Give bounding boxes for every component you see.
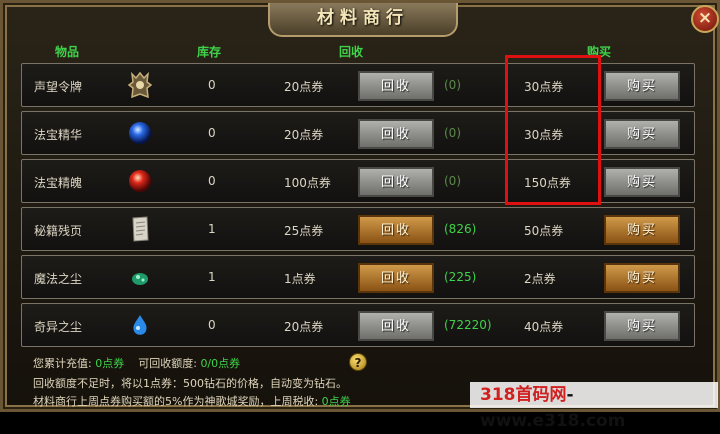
header-stock: 库存	[197, 45, 222, 59]
item-stock: 1	[208, 270, 216, 284]
recycle-button[interactable]: 回收	[358, 263, 434, 293]
shop-window: 材料商行 × 物品 库存 回收 购买 声望令牌 0 20点券 回收 (0) 30…	[0, 0, 720, 412]
watermark-red: 318首码网	[480, 385, 567, 405]
item-row-qiyi-zhichen: 奇异之尘 0 20点券 回收 (72220) 40点券 购买	[21, 303, 695, 347]
quota-value: 0/0点券	[200, 357, 241, 370]
item-name: 魔法之尘	[34, 272, 83, 286]
recycle-price: 100点券	[284, 176, 331, 190]
item-name: 奇异之尘	[34, 320, 83, 334]
recycle-price: 20点券	[284, 320, 324, 334]
recycle-button[interactable]: 回收	[358, 311, 434, 341]
item-name: 声望令牌	[34, 80, 83, 94]
item-row-mofa-zhichen: 魔法之尘 1 1点券 回收 (225) 2点券 购买	[21, 255, 695, 299]
buy-button[interactable]: 购买	[604, 215, 680, 245]
item-stock: 0	[208, 126, 216, 140]
recycle-count: (0)	[444, 174, 461, 188]
item-name: 秘籍残页	[34, 224, 83, 238]
buy-price: 50点券	[524, 224, 564, 238]
token-icon	[127, 71, 153, 99]
header-item: 物品	[55, 45, 80, 59]
buy-price: 40点券	[524, 320, 564, 334]
green-dust-icon	[132, 273, 148, 285]
exchange-rule-text: 回收额度不足时，将以1点券：500钻石的价格，自动变为钻石。	[33, 377, 347, 390]
item-row-miji-canye: 秘籍残页 1 25点券 回收 (826) 50点券 购买	[21, 207, 695, 251]
recycle-count: (826)	[444, 222, 477, 236]
recycle-button[interactable]: 回收	[358, 167, 434, 197]
recycle-button[interactable]: 回收	[358, 215, 434, 245]
header-recycle: 回收	[339, 45, 364, 59]
item-stock: 0	[208, 318, 216, 332]
watermark: 318首码网-www.e318.com	[470, 382, 718, 431]
red-orb-icon	[129, 170, 151, 192]
blue-dust-icon	[133, 315, 147, 335]
item-stock: 1	[208, 222, 216, 236]
annotation-highlight-box	[505, 55, 601, 205]
scroll-page-icon	[132, 216, 149, 242]
buy-button[interactable]: 购买	[604, 119, 680, 149]
buy-price: 2点券	[524, 272, 556, 286]
item-stock: 0	[208, 174, 216, 188]
buy-button[interactable]: 购买	[604, 311, 680, 341]
recharge-info: 您累计充值: 0点券 可回收额度: 0/0点券	[33, 355, 240, 371]
close-button[interactable]: ×	[691, 5, 719, 33]
blue-orb-icon	[129, 122, 151, 144]
charge-label: 您累计充值:	[33, 357, 92, 370]
recycle-count: (72220)	[444, 318, 492, 332]
tax-info: 材料商行上周点券购买额的5%作为神歌城奖励，上周税收: 0点券	[33, 393, 351, 409]
recycle-count: (0)	[444, 126, 461, 140]
recycle-button[interactable]: 回收	[358, 119, 434, 149]
tax-label: 材料商行上周点券购买额的5%作为神歌城奖励，上周税收:	[33, 395, 319, 408]
item-name: 法宝精魄	[34, 176, 83, 190]
buy-button[interactable]: 购买	[604, 167, 680, 197]
quota-label: 可回收额度:	[138, 357, 197, 370]
buy-button[interactable]: 购买	[604, 263, 680, 293]
recycle-price: 20点券	[284, 128, 324, 142]
item-stock: 0	[208, 78, 216, 92]
charge-value: 0点券	[95, 357, 125, 370]
item-name: 法宝精华	[34, 128, 83, 142]
table-header: 物品 库存 回收 购买	[21, 41, 705, 61]
recycle-button[interactable]: 回收	[358, 71, 434, 101]
window-title: 材料商行	[268, 3, 458, 37]
recycle-count: (0)	[444, 78, 461, 92]
tax-value: 0点券	[321, 395, 351, 408]
recycle-price: 1点券	[284, 272, 316, 286]
recycle-count: (225)	[444, 270, 477, 284]
recycle-price: 25点券	[284, 224, 324, 238]
recycle-price: 20点券	[284, 80, 324, 94]
buy-button[interactable]: 购买	[604, 71, 680, 101]
help-icon[interactable]: ?	[349, 353, 367, 371]
